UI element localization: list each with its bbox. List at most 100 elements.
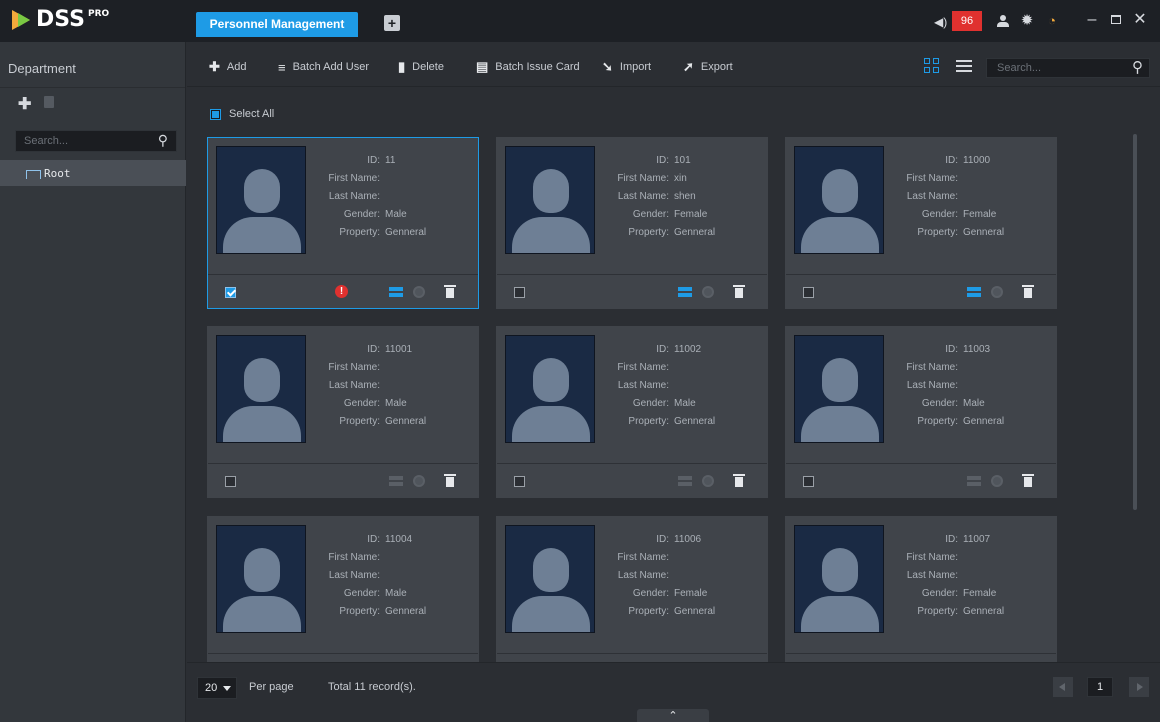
vertical-scrollbar[interactable] <box>1133 134 1137 510</box>
person-card[interactable]: ID: 11006 First Name: Last Name: Gender: Fema… <box>496 516 768 662</box>
field-value-id: 101 <box>674 155 691 166</box>
add-button[interactable]: ✚ Add <box>209 59 246 75</box>
card-checkbox[interactable] <box>803 287 814 298</box>
field-label: Last Name: <box>328 380 380 391</box>
field-value-property: Genneral <box>963 606 1005 617</box>
field-label: Gender: <box>921 209 958 220</box>
select-all[interactable]: Select All <box>210 108 274 120</box>
info-row-first-name: First Name: <box>886 549 1046 567</box>
tree-item-root[interactable]: Root <box>0 160 186 186</box>
delete-person-icon[interactable] <box>733 474 745 487</box>
collapse-panel-button[interactable]: ⌃ <box>637 709 709 722</box>
current-page-input[interactable]: 1 <box>1087 677 1113 697</box>
avatar-body-icon <box>512 406 590 442</box>
field-value-gender: Female <box>963 209 997 220</box>
field-value-last-name <box>380 567 385 585</box>
prev-page-button[interactable] <box>1053 677 1073 697</box>
person-card[interactable]: ID: 11007 First Name: Last Name: Gender: Fema… <box>785 516 1057 662</box>
alarm-count-badge[interactable]: 96 <box>952 11 982 31</box>
field-label: ID: <box>656 534 669 545</box>
field-label: Property: <box>917 227 958 238</box>
list-view-icon[interactable] <box>956 59 972 73</box>
person-card[interactable]: ID: 11 First Name: Last Name: Gender: Male Pro… <box>207 137 479 309</box>
delete-person-icon[interactable] <box>444 285 456 298</box>
export-button[interactable]: ➚ Export <box>683 59 733 75</box>
card-checkbox[interactable] <box>803 476 814 487</box>
fingerprint-icon[interactable] <box>991 286 1003 298</box>
add-department-icon[interactable]: ✚ <box>18 94 31 114</box>
delete-person-icon[interactable] <box>733 285 745 298</box>
card-checkbox[interactable] <box>514 287 525 298</box>
info-row-first-name: First Name: <box>886 170 1046 188</box>
person-card[interactable]: ID: 11002 First Name: Last Name: Gender: Male… <box>496 326 768 498</box>
fingerprint-icon[interactable] <box>702 475 714 487</box>
access-card-icon[interactable] <box>967 476 981 486</box>
person-photo <box>794 146 884 254</box>
access-card-icon[interactable] <box>678 476 692 486</box>
field-label: Last Name: <box>617 570 669 581</box>
add-tab-icon[interactable]: + <box>384 15 400 31</box>
field-value-first-name: xin <box>674 173 687 184</box>
field-value-gender: Male <box>963 398 985 409</box>
avatar-body-icon <box>512 596 590 632</box>
warning-icon[interactable]: ! <box>335 285 348 298</box>
department-search-input[interactable] <box>16 131 144 151</box>
person-card[interactable]: ID: 11000 First Name: Last Name: Gender: Fema… <box>785 137 1057 309</box>
access-card-icon[interactable] <box>389 476 403 486</box>
app-logo: DSS PRO <box>10 7 109 33</box>
next-page-button[interactable] <box>1129 677 1149 697</box>
person-card[interactable]: ID: 11003 First Name: Last Name: Gender: Male… <box>785 326 1057 498</box>
field-label: Last Name: <box>328 570 380 581</box>
grid-view-icon[interactable] <box>924 58 940 74</box>
person-search-input[interactable] <box>987 59 1117 77</box>
person-card[interactable]: ID: 101 First Name: xin Last Name: shen Gender… <box>496 137 768 309</box>
close-icon[interactable]: ✕ <box>1130 10 1150 30</box>
minimize-icon[interactable]: – <box>1082 10 1102 30</box>
per-page-select[interactable]: 20 <box>197 677 237 699</box>
delete-person-icon[interactable] <box>444 474 456 487</box>
field-value-last-name <box>958 188 963 206</box>
field-label: Gender: <box>343 398 380 409</box>
field-label: Gender: <box>343 209 380 220</box>
info-row-first-name: First Name: <box>597 549 757 567</box>
card-icon: ▤ <box>476 59 489 74</box>
user-icon[interactable] <box>995 12 1011 30</box>
access-card-icon[interactable] <box>678 287 692 297</box>
performance-gauge-icon[interactable]: ◔ <box>1043 12 1061 30</box>
tab-personnel-management[interactable]: Personnel Management <box>196 12 358 37</box>
field-value-first-name <box>669 359 674 377</box>
maximize-icon[interactable] <box>1106 10 1126 30</box>
person-card[interactable]: ID: 11001 First Name: Last Name: Gender: Male… <box>207 326 479 498</box>
field-value-first-name <box>958 170 963 188</box>
alarm-sound-icon[interactable]: ◀) <box>934 14 952 30</box>
search-icon[interactable]: ⚲ <box>158 132 168 149</box>
field-label: Property: <box>339 416 380 427</box>
trash-icon: ▮ <box>398 59 406 74</box>
field-value-first-name <box>380 170 385 188</box>
access-card-icon[interactable] <box>967 287 981 297</box>
gear-icon[interactable]: ✹ <box>1018 12 1036 30</box>
delete-person-icon[interactable] <box>1022 474 1034 487</box>
delete-button[interactable]: ▮ Delete <box>398 59 444 75</box>
search-icon[interactable]: ⚲ <box>1132 58 1143 76</box>
delete-department-icon[interactable] <box>44 96 54 108</box>
import-button[interactable]: ➘ Import <box>602 59 651 75</box>
field-label: First Name: <box>906 552 958 563</box>
fingerprint-icon[interactable] <box>413 475 425 487</box>
delete-person-icon[interactable] <box>1022 285 1034 298</box>
card-checkbox[interactable] <box>225 287 236 298</box>
card-checkbox[interactable] <box>514 476 525 487</box>
delete-button-label: Delete <box>412 61 444 73</box>
field-value-id: 11007 <box>963 534 991 545</box>
batch-add-user-button[interactable]: ≡ Batch Add User <box>278 59 369 75</box>
field-value-last-name <box>380 377 385 395</box>
select-all-checkbox[interactable] <box>210 108 221 120</box>
card-checkbox[interactable] <box>225 476 236 487</box>
person-card[interactable]: ID: 11004 First Name: Last Name: Gender: Male… <box>207 516 479 662</box>
batch-issue-card-label: Batch Issue Card <box>495 61 580 73</box>
access-card-icon[interactable] <box>389 287 403 297</box>
fingerprint-icon[interactable] <box>991 475 1003 487</box>
fingerprint-icon[interactable] <box>413 286 425 298</box>
batch-issue-card-button[interactable]: ▤ Batch Issue Card <box>476 59 580 75</box>
fingerprint-icon[interactable] <box>702 286 714 298</box>
